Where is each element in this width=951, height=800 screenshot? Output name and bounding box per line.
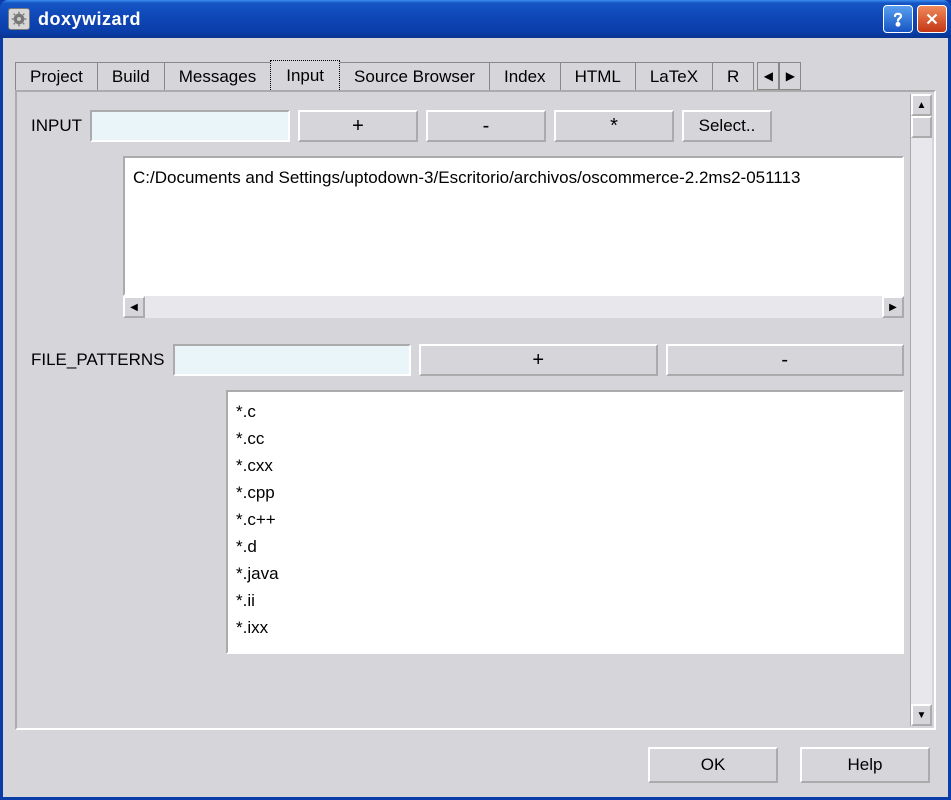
tab-index[interactable]: Index <box>489 62 561 90</box>
help-button[interactable]: Help <box>800 747 930 783</box>
tab-messages[interactable]: Messages <box>164 62 271 90</box>
hscroll-track[interactable] <box>145 296 882 318</box>
tab-scroll: ◀ ▶ <box>757 62 801 90</box>
input-list-wrap: C:/Documents and Settings/uptodown-3/Esc… <box>123 156 904 318</box>
tab-html[interactable]: HTML <box>560 62 636 90</box>
window-title: doxywizard <box>38 9 879 30</box>
list-item[interactable]: *.cc <box>236 425 894 452</box>
list-item[interactable]: *.d <box>236 533 894 560</box>
input-hscrollbar[interactable]: ◀ ▶ <box>123 296 904 318</box>
input-field[interactable] <box>90 110 290 142</box>
patterns-label: FILE_PATTERNS <box>31 350 165 370</box>
tab-latex[interactable]: LaTeX <box>635 62 713 90</box>
patterns-add-button[interactable]: + <box>419 344 658 376</box>
tab-project[interactable]: Project <box>15 62 98 90</box>
input-update-button[interactable]: * <box>554 110 674 142</box>
tab-scroll-left-icon[interactable]: ◀ <box>757 62 779 90</box>
list-item[interactable]: *.cpp <box>236 479 894 506</box>
title-bar: doxywizard <box>0 0 951 38</box>
help-title-button[interactable] <box>883 5 913 33</box>
scroll-thumb[interactable] <box>911 116 932 138</box>
patterns-field[interactable] <box>173 344 412 376</box>
list-item[interactable]: C:/Documents and Settings/uptodown-3/Esc… <box>133 164 894 191</box>
scroll-up-icon[interactable]: ▲ <box>911 94 932 116</box>
list-item[interactable]: *.c <box>236 398 894 425</box>
client-area: Project Build Messages Input Source Brow… <box>0 38 951 800</box>
input-select-button[interactable]: Select.. <box>682 110 772 142</box>
patterns-listbox[interactable]: *.c *.cc *.cxx *.cpp *.c++ *.d *.java *.… <box>226 390 904 654</box>
input-listbox[interactable]: C:/Documents and Settings/uptodown-3/Esc… <box>123 156 904 296</box>
input-row: INPUT + - * Select.. <box>31 110 904 142</box>
tab-build[interactable]: Build <box>97 62 165 90</box>
patterns-list-wrap: *.c *.cc *.cxx *.cpp *.c++ *.d *.java *.… <box>226 390 904 654</box>
list-item[interactable]: *.java <box>236 560 894 587</box>
tab-panel: ▲ ▼ INPUT + - * Select.. C:/Documents an… <box>15 90 936 730</box>
patterns-remove-button[interactable]: - <box>666 344 905 376</box>
tab-input[interactable]: Input <box>270 60 340 90</box>
patterns-row: FILE_PATTERNS + - <box>31 344 904 376</box>
hscroll-left-icon[interactable]: ◀ <box>123 296 145 318</box>
input-add-button[interactable]: + <box>298 110 418 142</box>
panel-vscrollbar[interactable]: ▲ ▼ <box>910 94 932 726</box>
hscroll-right-icon[interactable]: ▶ <box>882 296 904 318</box>
dialog-buttons: OK Help <box>648 747 930 783</box>
list-item[interactable]: *.ii <box>236 587 894 614</box>
tab-source-browser[interactable]: Source Browser <box>339 62 490 90</box>
input-remove-button[interactable]: - <box>426 110 546 142</box>
list-item[interactable]: *.c++ <box>236 506 894 533</box>
tab-more[interactable]: R <box>712 62 754 90</box>
list-item[interactable]: *.ixx <box>236 614 894 641</box>
ok-button[interactable]: OK <box>648 747 778 783</box>
tab-scroll-right-icon[interactable]: ▶ <box>779 62 801 90</box>
input-label: INPUT <box>31 116 82 136</box>
list-item[interactable]: *.cxx <box>236 452 894 479</box>
app-icon <box>8 8 30 30</box>
close-button[interactable] <box>917 5 947 33</box>
tab-strip: Project Build Messages Input Source Brow… <box>15 60 936 90</box>
scroll-track[interactable] <box>911 116 932 704</box>
scroll-down-icon[interactable]: ▼ <box>911 704 932 726</box>
